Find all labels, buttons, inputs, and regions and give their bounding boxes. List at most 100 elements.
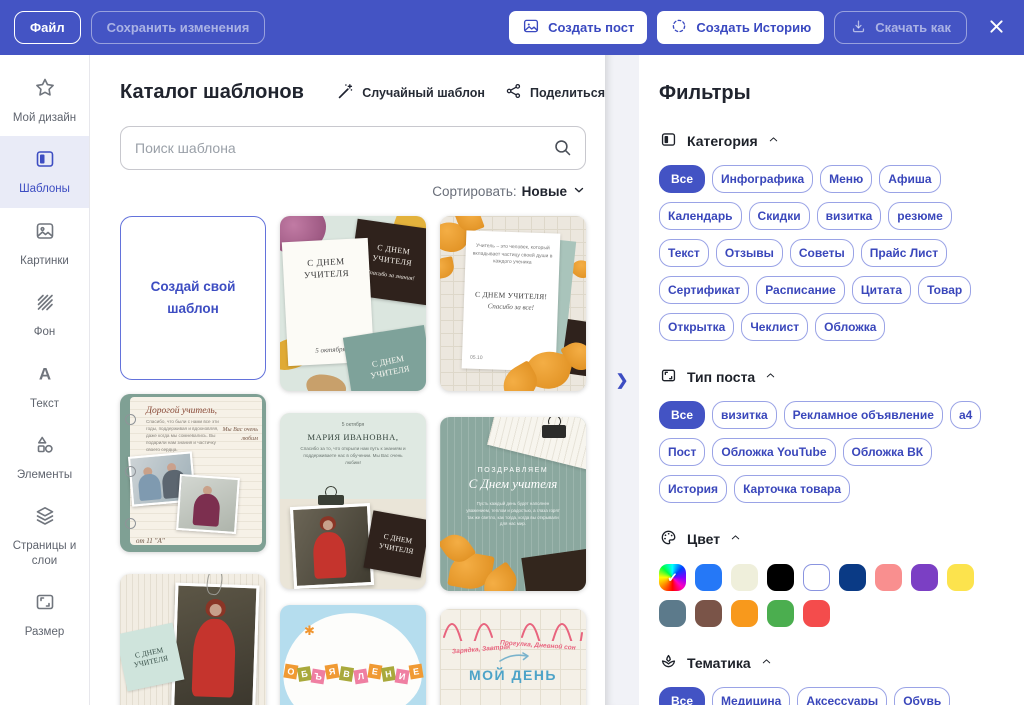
filters-title: Фильтры	[659, 82, 751, 104]
sidebar-item-text[interactable]: А Текст	[0, 351, 89, 422]
close-button[interactable]	[983, 13, 1010, 43]
color-swatch-rainbow[interactable]: ✓	[659, 564, 686, 591]
sidebar-item-background[interactable]: Фон	[0, 279, 89, 350]
create-own-template-label: Создай свой шаблон	[150, 279, 236, 316]
filter-chip-Все[interactable]: Все	[659, 687, 706, 705]
filter-section-color: Цвет ✓	[659, 528, 1006, 627]
color-swatch-efefdb[interactable]	[731, 564, 758, 591]
page-title: Каталог шаблонов	[120, 81, 304, 103]
theme-section-header[interactable]: Тематика	[659, 652, 1006, 674]
palette-icon	[659, 528, 678, 550]
save-changes-button[interactable]: Сохранить изменения	[90, 11, 266, 44]
sidebar-item-my-design[interactable]: Мой дизайн	[0, 65, 89, 136]
create-story-button[interactable]: Создать Историю	[657, 11, 825, 44]
filter-chip-История[interactable]: История	[659, 475, 728, 503]
filter-chip-визитка[interactable]: визитка	[712, 401, 777, 429]
filter-chip-Расписание[interactable]: Расписание	[756, 276, 845, 304]
filter-chip-Пост[interactable]: Пост	[659, 438, 706, 466]
svg-text:А: А	[38, 364, 50, 383]
chevron-right-icon: ❯	[615, 372, 629, 389]
color-swatch-ffffff[interactable]	[803, 564, 830, 591]
template-card-notebook[interactable]: Дорогой учитель, Спасибо, что были с нам…	[120, 394, 266, 552]
greeting-note: С ДНЕМ УЧИТЕЛЯ	[120, 622, 185, 692]
filter-chip-визитка[interactable]: визитка	[816, 202, 882, 230]
filter-chip-Календарь[interactable]: Календарь	[659, 202, 742, 230]
filter-section-theme: Тематика ВсеМедицинаАксессуарыОбувьОдежд…	[659, 652, 1006, 705]
template-card-greeting[interactable]: ПОЗДРАВЛЯЕМ С Днем учителя Пусть каждый …	[440, 417, 586, 591]
post-type-section-header[interactable]: Тип поста	[659, 366, 1006, 388]
template-card-flowers[interactable]: С ДНЕМ УЧИТЕЛЯ Спасибо за знания! С ДНЕМ…	[280, 216, 426, 391]
filter-chip-Чеклист[interactable]: Чеклист	[741, 313, 809, 341]
filter-chip-Цитата[interactable]: Цитата	[851, 276, 912, 304]
sidebar-item-elements[interactable]: Элементы	[0, 422, 89, 493]
share-button[interactable]: Поделиться	[505, 82, 605, 103]
sidebar-item-pages-layers[interactable]: Страницы и слои	[0, 493, 89, 579]
color-swatch-f8991c[interactable]	[731, 600, 758, 627]
image-icon	[522, 17, 540, 38]
greeting-text: С ДНЕМ УЧИТЕЛЯ	[132, 645, 169, 670]
filter-chip-Медицина[interactable]: Медицина	[712, 687, 791, 705]
filter-chip-Обложка YouTube[interactable]: Обложка YouTube	[712, 438, 836, 466]
filters-panel: Фильтры Категория Все Инфографика Меню Афиш…	[639, 55, 1024, 705]
search-icon[interactable]	[552, 137, 573, 163]
search-input[interactable]	[120, 126, 586, 170]
filter-chip-Скидки[interactable]: Скидки	[748, 202, 810, 230]
create-own-template-card[interactable]: Создай свой шаблон	[120, 216, 266, 380]
filter-chip-Товар[interactable]: Товар	[918, 276, 972, 304]
color-swatch-fce34d[interactable]	[947, 564, 974, 591]
sidebar-item-images[interactable]: Картинки	[0, 208, 89, 279]
filter-chip-Советы[interactable]: Советы	[789, 239, 854, 267]
color-swatch-f44c4c[interactable]	[803, 600, 830, 627]
template-card-autumn[interactable]: Учитель – это человек, который вкладывае…	[440, 216, 586, 391]
color-swatch-f98f8f[interactable]	[875, 564, 902, 591]
filter-chip-Карточка товара[interactable]: Карточка товара	[734, 475, 851, 503]
file-button[interactable]: Файл	[14, 11, 81, 44]
filter-chip-резюме[interactable]: резюме	[888, 202, 952, 230]
color-swatch-2578f7[interactable]	[695, 564, 722, 591]
color-swatch-5c7a8b[interactable]	[659, 600, 686, 627]
filter-chip-Аксессуары[interactable]: Аксессуары	[797, 687, 888, 705]
filter-chip-Отзывы[interactable]: Отзывы	[715, 239, 783, 267]
sidebar-label: Текст	[30, 397, 59, 410]
filter-chip-Текст[interactable]: Текст	[659, 239, 709, 267]
filter-chip-Обложка ВК[interactable]: Обложка ВК	[842, 438, 933, 466]
filter-chip-Прайс Лист[interactable]: Прайс Лист	[860, 239, 948, 267]
color-swatch-000000[interactable]	[767, 564, 794, 591]
template-card-announcement[interactable]: ✱ ОБЪЯВЛЕНИЕ	[280, 605, 426, 705]
filter-chip-Обложка[interactable]: Обложка	[815, 313, 886, 341]
letter-tile: Б	[296, 666, 312, 682]
post-type-section-label: Тип поста	[687, 369, 756, 385]
filter-chip-Сертификат[interactable]: Сертификат	[659, 276, 750, 304]
template-card-maria[interactable]: 5 октября МАРИЯ ИВАНОВНА, Спасибо за то,…	[280, 413, 426, 589]
filter-chip-Все[interactable]: Все	[659, 401, 706, 429]
announcement-word: ОБЪЯВЛЕНИЕ	[280, 663, 426, 685]
greeting-body: Спасибо за то, что открыли нам путь к зн…	[300, 446, 406, 465]
color-swatch-7b3fc4[interactable]	[911, 564, 938, 591]
sort-control[interactable]: Сортировать: Новые	[120, 183, 586, 200]
filter-chip-Афиша[interactable]: Афиша	[879, 165, 941, 193]
filter-chip-Рекламное объявление[interactable]: Рекламное объявление	[783, 401, 943, 429]
binder-ring	[125, 466, 136, 477]
color-swatch-0a3a85[interactable]	[839, 564, 866, 591]
color-swatch-7a5448[interactable]	[695, 600, 722, 627]
notebook-signature: от 11 "А"	[136, 537, 165, 545]
download-as-button[interactable]: Скачать как	[834, 11, 967, 44]
template-card-my-day[interactable]: Зарядка, Завтрак Прогулка, Дневной сон М…	[440, 609, 586, 705]
template-card-photo[interactable]: С ДНЕМ УЧИТЕЛЯ	[120, 574, 266, 705]
color-swatch-4bae4f[interactable]	[767, 600, 794, 627]
category-section-header[interactable]: Категория	[659, 130, 1006, 152]
sidebar-item-size[interactable]: Размер	[0, 579, 89, 650]
filter-chip-Обувь[interactable]: Обувь	[894, 687, 951, 705]
filter-chip-Инфографика[interactable]: Инфографика	[712, 165, 814, 193]
random-template-button[interactable]: Случайный шаблон	[336, 82, 485, 104]
collapse-panel-button[interactable]: ❯	[610, 365, 635, 395]
filter-chip-a4[interactable]: a4	[949, 401, 982, 429]
color-section-header[interactable]: Цвет	[659, 528, 1006, 550]
filter-chip-Все[interactable]: Все	[659, 165, 706, 193]
close-icon	[987, 17, 1006, 39]
filter-chip-Меню[interactable]: Меню	[820, 165, 873, 193]
sidebar-item-templates[interactable]: Шаблоны	[0, 136, 89, 208]
color-section-label: Цвет	[687, 531, 721, 547]
filter-chip-Открытка[interactable]: Открытка	[659, 313, 735, 341]
create-post-button[interactable]: Создать пост	[509, 11, 648, 44]
